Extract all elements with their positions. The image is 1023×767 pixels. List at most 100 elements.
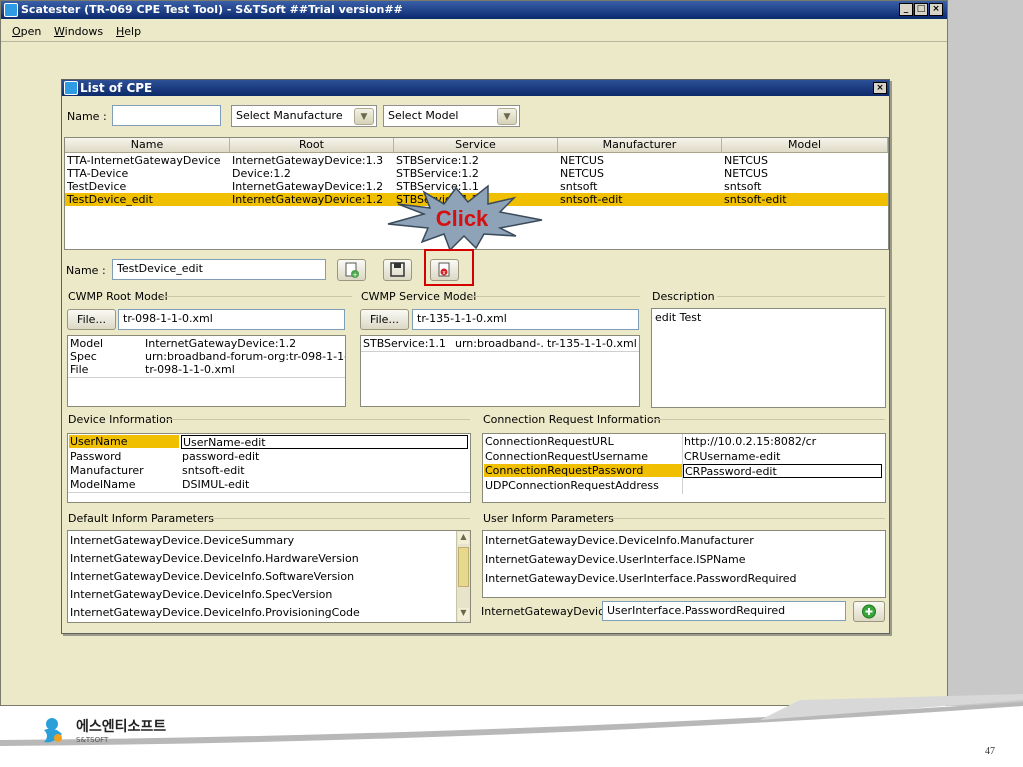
table-row[interactable]: TTA-InternetGatewayDevice InternetGatewa… [65, 154, 888, 167]
service-file-input[interactable]: tr-135-1-1-0.xml [412, 309, 639, 330]
menu-open-key: O [12, 25, 21, 38]
device-value[interactable]: DSIMUL-edit [182, 478, 462, 491]
list-item[interactable]: InternetGatewayDevice.UserInterface.ISPN… [485, 552, 883, 567]
root-file-input[interactable]: tr-098-1-1-0.xml [118, 309, 345, 330]
table-cell: NETCUS [560, 167, 604, 180]
default-inform-list: InternetGatewayDevice.DeviceSummary Inte… [67, 530, 471, 623]
root-key-model: Model [70, 337, 104, 350]
device-key: UserName [69, 435, 179, 448]
dialog-close-button[interactable]: × [873, 82, 887, 94]
model-select[interactable]: Select Model ▼ [383, 105, 520, 127]
menu-help[interactable]: Help [116, 25, 141, 38]
conn-value[interactable]: http://10.0.2.15:8082/cr [684, 435, 880, 448]
window-title: Scatester (TR-069 CPE Test Tool) - S&TSo… [21, 3, 403, 16]
conn-request-table: ConnectionRequestURL http://10.0.2.15:80… [482, 433, 886, 503]
cwmp-service-title: CWMP Service Model [361, 290, 477, 303]
sntsoft-logo-icon [44, 718, 62, 743]
list-item[interactable]: InternetGatewayDevice.DeviceInfo.Manufac… [485, 533, 883, 548]
service-file-button[interactable]: File... [360, 309, 409, 330]
svg-text:+: + [352, 271, 358, 279]
device-value[interactable]: password-edit [182, 450, 462, 463]
user-inform-list: InternetGatewayDevice.DeviceInfo.Manufac… [482, 530, 886, 598]
list-item[interactable]: InternetGatewayDevice.DeviceSummary [70, 533, 455, 548]
user-inform-input[interactable]: UserInterface.PasswordRequired [602, 601, 846, 621]
close-button[interactable]: × [929, 3, 943, 16]
col-header-root[interactable]: Root [230, 138, 394, 153]
minimize-button[interactable]: _ [899, 3, 913, 16]
root-key-file: File [70, 363, 89, 376]
menu-windows-key: W [54, 25, 65, 38]
group-divider [210, 518, 470, 519]
table-cell: sntsoft [560, 180, 598, 193]
scroll-thumb[interactable] [458, 547, 469, 587]
user-inform-title: User Inform Parameters [483, 512, 614, 525]
device-value[interactable]: sntsoft-edit [182, 464, 462, 477]
edit-name-label: Name : [66, 264, 106, 277]
device-value-input[interactable]: UserName-edit [181, 435, 468, 449]
col-header-name[interactable]: Name [65, 138, 230, 153]
menu-open[interactable]: Open [12, 25, 41, 38]
dialog-title: List of CPE [80, 81, 153, 95]
delete-button[interactable]: x [430, 259, 459, 281]
root-file-button[interactable]: File... [67, 309, 116, 330]
add-document-icon: + [345, 262, 359, 279]
menu-windows[interactable]: Windows [54, 25, 103, 38]
list-item[interactable]: InternetGatewayDevice.DeviceInfo.Provisi… [70, 605, 455, 620]
col-header-model[interactable]: Model [722, 138, 888, 153]
scroll-down-icon[interactable]: ▼ [458, 608, 469, 620]
description-text: edit Test [655, 311, 702, 324]
table-cell: InternetGatewayDevice:1.2 [232, 180, 384, 193]
description-title: Description [652, 290, 715, 303]
default-inform-title: Default Inform Parameters [68, 512, 215, 525]
manufacture-select[interactable]: Select Manufacture ▼ [231, 105, 377, 127]
col-header-service[interactable]: Service [394, 138, 558, 153]
edit-name-input[interactable]: TestDevice_edit [112, 259, 326, 280]
table-cell: InternetGatewayDevice:1.3 [232, 154, 384, 167]
svg-text:x: x [442, 270, 446, 277]
list-item[interactable]: InternetGatewayDevice.DeviceInfo.Softwar… [70, 569, 455, 584]
group-divider [652, 419, 885, 420]
table-cell: NETCUS [724, 167, 768, 180]
group-divider [166, 419, 470, 420]
list-of-cpe-dialog: List of CPE × Name : Select Manufacture … [61, 79, 890, 634]
list-item[interactable]: InternetGatewayDevice.UserInterface.Pass… [485, 571, 883, 586]
description-textarea[interactable]: edit Test [651, 308, 886, 408]
save-button[interactable] [383, 259, 412, 281]
device-key: Password [70, 450, 122, 463]
menu-bar: Open Windows Help [1, 20, 947, 42]
conn-value-input[interactable]: CRPassword-edit [683, 464, 882, 478]
device-info-title: Device Information [68, 413, 173, 426]
table-row[interactable]: TTA-Device Device:1.2 STBService:1.2 NET… [65, 167, 888, 180]
col-header-manufacturer[interactable]: Manufacturer [558, 138, 722, 153]
maximize-button[interactable]: □ [914, 3, 928, 16]
table-cell: InternetGatewayDevice:1.2 [232, 193, 384, 206]
window-title-bar[interactable]: Scatester (TR-069 CPE Test Tool) - S&TSo… [1, 1, 947, 19]
company-english-name: S&TSOFT [76, 736, 109, 744]
service-cell: tr-135-1-1-0.xml [547, 337, 637, 350]
column-divider [682, 434, 683, 494]
root-val-spec: urn:broadband-forum-org:tr-098-1-1-0 [145, 350, 345, 363]
device-info-table: UserName UserName-edit Password password… [67, 433, 471, 503]
plus-circle-icon [862, 604, 876, 619]
scroll-up-icon[interactable]: ▲ [458, 532, 469, 544]
add-button[interactable]: + [337, 259, 366, 281]
list-item[interactable]: InternetGatewayDevice.DeviceInfo.SpecVer… [70, 587, 455, 602]
table-cell: TestDevice_edit [67, 193, 153, 206]
click-callout: Click [387, 184, 543, 252]
filter-name-input[interactable] [112, 105, 221, 126]
service-cell: urn:broadband-... [455, 337, 545, 350]
conn-value[interactable] [684, 479, 880, 492]
table-cell: NETCUS [560, 154, 604, 167]
page-number: 47 [985, 746, 995, 757]
add-parameter-button[interactable] [853, 601, 885, 622]
conn-value[interactable]: CRUsername-edit [684, 450, 880, 463]
dialog-title-bar[interactable]: List of CPE [62, 80, 889, 96]
dialog-icon [64, 81, 78, 95]
scrollbar[interactable]: ▲ ▼ [456, 531, 470, 622]
list-item[interactable]: InternetGatewayDevice.DeviceInfo.Hardwar… [70, 551, 455, 566]
root-model-table: Model InternetGatewayDevice:1.2 Spec urn… [67, 335, 346, 407]
table-cell: STBService:1.2 [396, 154, 479, 167]
app-window: Scatester (TR-069 CPE Test Tool) - S&TSo… [0, 0, 948, 706]
conn-key: UDPConnectionRequestAddress [485, 479, 659, 492]
device-key: ModelName [70, 478, 136, 491]
